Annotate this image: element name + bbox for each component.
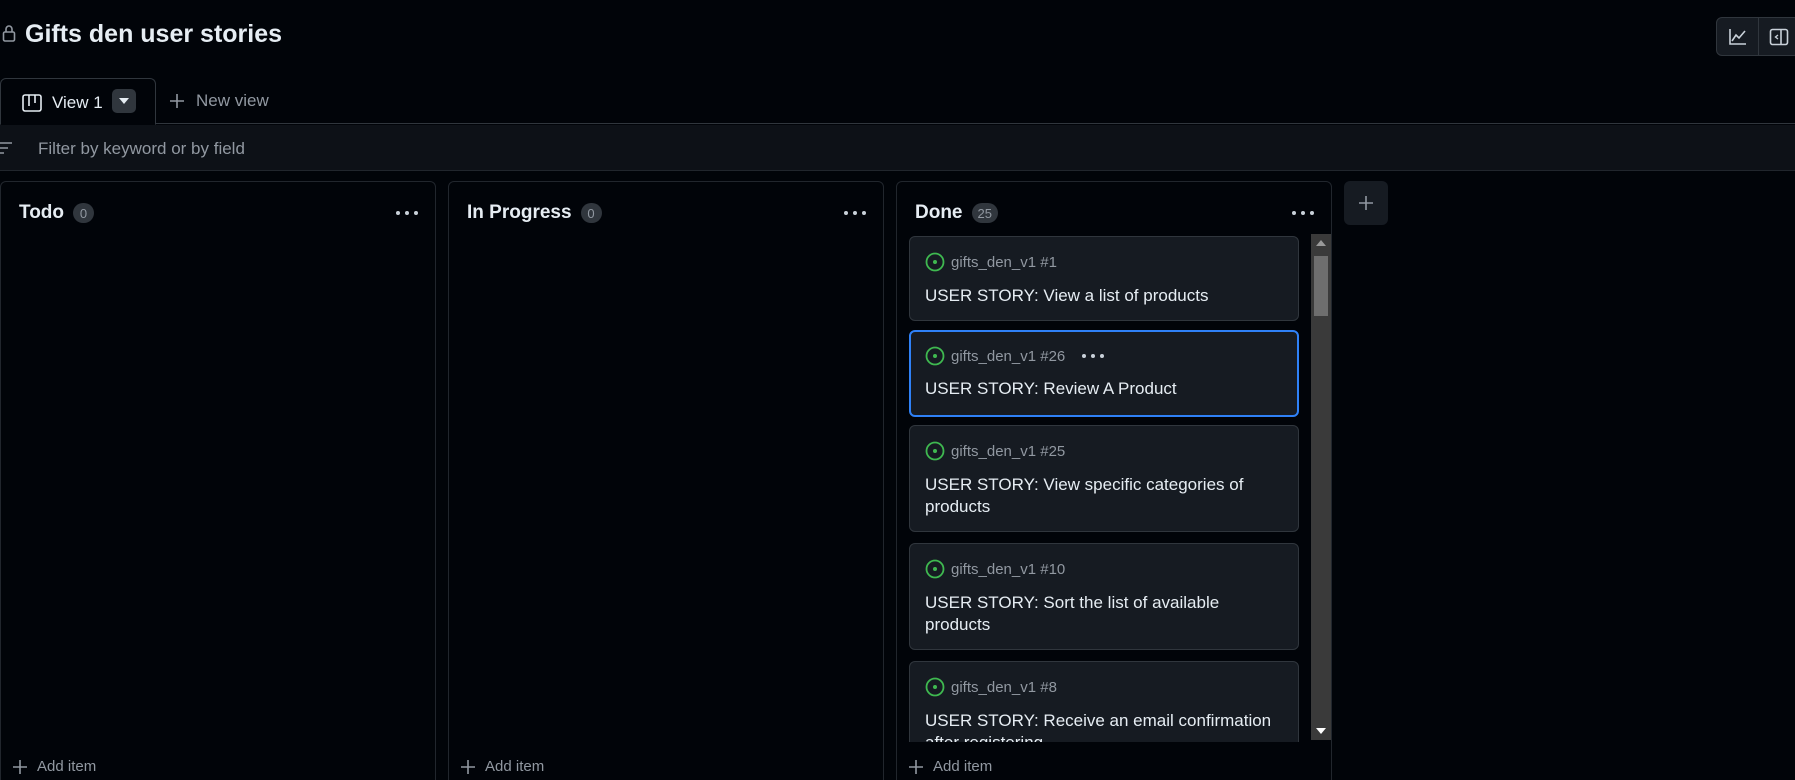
plus-icon bbox=[13, 759, 27, 774]
issue-open-icon bbox=[925, 441, 945, 461]
plus-icon bbox=[1359, 196, 1373, 210]
card-meta: gifts_den_v1 #26 bbox=[925, 346, 1105, 366]
filter-icon bbox=[0, 142, 12, 154]
plus-icon bbox=[909, 759, 923, 774]
header-actions bbox=[1716, 17, 1795, 56]
column-header: In Progress 0 bbox=[467, 202, 602, 224]
card-title[interactable]: USER STORY: Review A Product bbox=[925, 378, 1275, 400]
card-list[interactable]: gifts_den_v1 #1 USER STORY: View a list … bbox=[909, 236, 1319, 742]
issue-card[interactable]: gifts_den_v1 #1 USER STORY: View a list … bbox=[909, 236, 1299, 321]
issue-card[interactable]: gifts_den_v1 #10 USER STORY: Sort the li… bbox=[909, 543, 1299, 650]
issue-reference[interactable]: gifts_den_v1 #1 bbox=[951, 254, 1057, 271]
caret-down-icon bbox=[119, 98, 129, 104]
issue-reference[interactable]: gifts_den_v1 #10 bbox=[951, 561, 1065, 578]
view-options-button[interactable] bbox=[112, 89, 136, 113]
add-item-button[interactable]: Add item bbox=[461, 758, 544, 775]
board-icon bbox=[22, 94, 42, 112]
scroll-down-icon[interactable] bbox=[1316, 728, 1326, 734]
card-title[interactable]: USER STORY: Sort the list of available p… bbox=[925, 592, 1275, 636]
issue-card[interactable]: gifts_den_v1 #25 USER STORY: View specif… bbox=[909, 425, 1299, 532]
column-count: 0 bbox=[73, 203, 95, 223]
scroll-thumb[interactable] bbox=[1314, 256, 1328, 316]
card-title[interactable]: USER STORY: Receive an email confirmatio… bbox=[925, 710, 1275, 742]
filter-input[interactable]: Filter by keyword or by field bbox=[38, 139, 245, 159]
view-tabs: View 1 New view bbox=[0, 78, 1795, 125]
insights-icon bbox=[1728, 28, 1746, 45]
add-item-label: Add item bbox=[485, 758, 545, 775]
column-done: Done 25 gifts_den_v1 #1 USER STORY: View… bbox=[896, 181, 1332, 780]
more-options-icon[interactable] bbox=[1291, 205, 1315, 221]
new-view-label: New view bbox=[196, 91, 269, 110]
issue-open-icon bbox=[925, 559, 945, 579]
tab-view-1-label: View 1 bbox=[52, 93, 103, 112]
add-item-label: Add item bbox=[933, 758, 993, 775]
column-count: 25 bbox=[971, 203, 998, 223]
card-meta: gifts_den_v1 #10 bbox=[925, 559, 1065, 579]
side-panel-icon bbox=[1769, 28, 1789, 45]
add-item-label: Add item bbox=[37, 758, 97, 775]
column-header: Done 25 bbox=[915, 202, 998, 224]
issue-card-selected[interactable]: gifts_den_v1 #26 USER STORY: Review A Pr… bbox=[909, 330, 1299, 417]
column-count: 0 bbox=[580, 203, 602, 223]
issue-open-icon bbox=[925, 252, 945, 272]
project-header: Gifts den user stories bbox=[0, 0, 1795, 72]
new-view-button[interactable]: New view bbox=[170, 91, 269, 111]
more-options-icon[interactable] bbox=[395, 205, 419, 221]
issue-reference[interactable]: gifts_den_v1 #26 bbox=[951, 348, 1065, 365]
scroll-up-icon[interactable] bbox=[1316, 240, 1326, 246]
issue-reference[interactable]: gifts_den_v1 #8 bbox=[951, 679, 1057, 696]
card-meta: gifts_den_v1 #25 bbox=[925, 441, 1065, 461]
column-in-progress: In Progress 0 Add item bbox=[448, 181, 884, 780]
card-meta: gifts_den_v1 #8 bbox=[925, 677, 1057, 697]
add-item-button[interactable]: Add item bbox=[909, 758, 992, 775]
plus-icon bbox=[461, 759, 475, 774]
plus-icon bbox=[170, 94, 184, 108]
issue-card[interactable]: gifts_den_v1 #8 USER STORY: Receive an e… bbox=[909, 661, 1299, 742]
column-title: Done bbox=[915, 202, 963, 223]
scrollbar[interactable] bbox=[1311, 234, 1331, 740]
card-title[interactable]: USER STORY: View a list of products bbox=[925, 285, 1275, 307]
tab-view-1[interactable]: View 1 bbox=[0, 78, 156, 125]
card-title[interactable]: USER STORY: View specific categories of … bbox=[925, 474, 1275, 518]
card-menu-icon[interactable] bbox=[1081, 353, 1105, 359]
column-header: Todo 0 bbox=[19, 202, 95, 224]
filter-bar[interactable]: Filter by keyword or by field bbox=[0, 125, 1795, 171]
side-panel-button[interactable] bbox=[1758, 18, 1795, 55]
add-column-button[interactable] bbox=[1344, 181, 1388, 225]
add-item-button[interactable]: Add item bbox=[13, 758, 96, 775]
insights-button[interactable] bbox=[1717, 18, 1758, 55]
issue-open-icon bbox=[925, 346, 945, 366]
column-title: Todo bbox=[19, 202, 65, 223]
page-title: Gifts den user stories bbox=[25, 20, 283, 48]
issue-reference[interactable]: gifts_den_v1 #25 bbox=[951, 443, 1065, 460]
more-options-icon[interactable] bbox=[843, 205, 867, 221]
column-title: In Progress bbox=[467, 202, 572, 223]
issue-open-icon bbox=[925, 677, 945, 697]
column-todo: Todo 0 Add item bbox=[0, 181, 436, 780]
lock-icon bbox=[2, 25, 16, 42]
card-meta: gifts_den_v1 #1 bbox=[925, 252, 1057, 272]
